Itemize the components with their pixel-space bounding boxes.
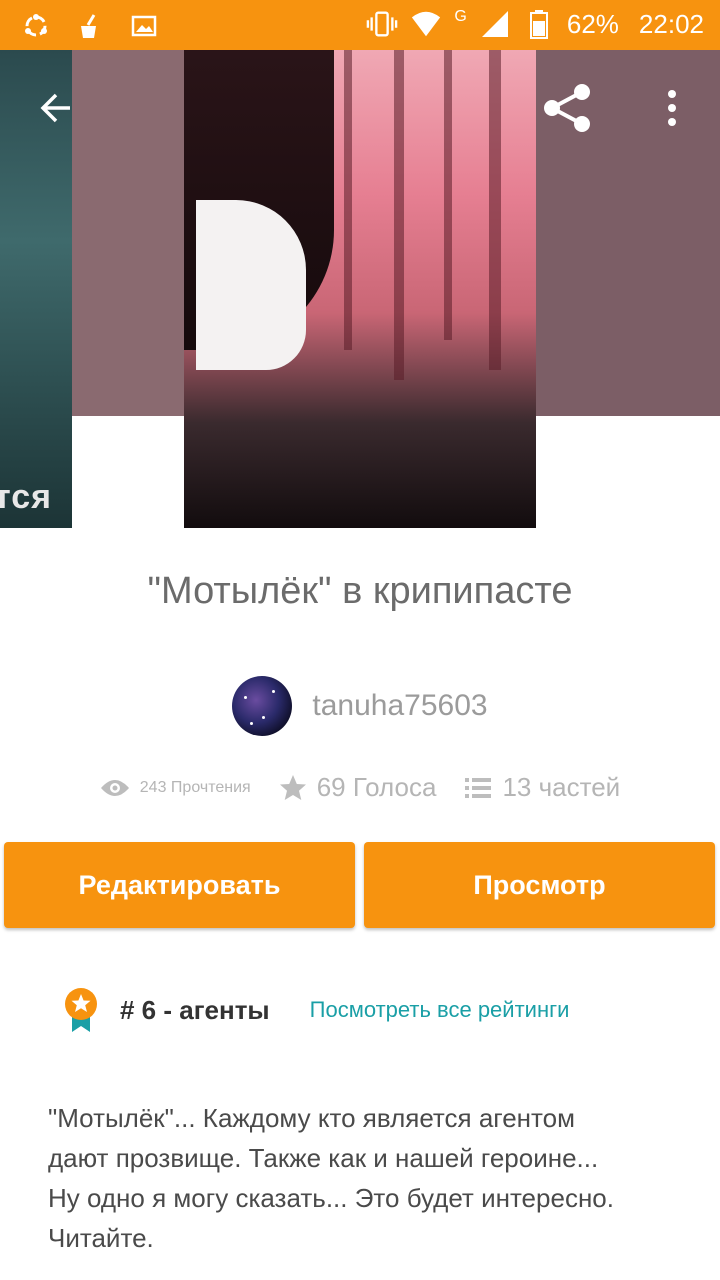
reads-stat: 243 Прочтения <box>100 778 251 798</box>
ranking-row: # 6 - агенты Посмотреть все рейтинги <box>62 986 569 1034</box>
share-icon <box>544 84 590 132</box>
clock: 22:02 <box>638 8 704 39</box>
view-all-rankings-link[interactable]: Посмотреть все рейтинги <box>310 997 570 1023</box>
battery-percent: 62% <box>566 8 619 39</box>
list-icon <box>465 777 492 798</box>
avatar[interactable] <box>232 676 293 736</box>
author-name[interactable]: tanuha75603 <box>312 689 487 723</box>
story-title: "Мотылёк" в крипипасте <box>147 570 573 612</box>
share-button[interactable] <box>540 80 596 136</box>
more-options-button[interactable] <box>658 86 686 130</box>
vibrate-icon <box>366 8 398 40</box>
preview-button[interactable]: Просмотр <box>364 842 715 928</box>
parts-stat: 13 частей <box>464 772 620 803</box>
author-row[interactable]: tanuha75603 <box>0 676 720 736</box>
story-description: "Мотылёк"... Каждому кто является агенто… <box>48 1103 614 1253</box>
previous-cover-text: тся <box>0 478 52 516</box>
sync-icon <box>20 10 52 42</box>
votes-count: 69 Голоса <box>316 772 437 802</box>
network-type: G <box>454 8 467 25</box>
status-bar: G 62% 22:02 <box>0 0 720 50</box>
battery-icon <box>523 8 555 40</box>
eye-icon <box>100 779 129 796</box>
wifi-icon <box>410 8 442 40</box>
cleaner-icon <box>74 10 106 42</box>
signal-icon <box>479 8 511 40</box>
cover-face <box>196 200 306 370</box>
top-toolbar <box>0 50 720 162</box>
back-button[interactable] <box>36 88 76 128</box>
arrow-left-icon <box>40 93 70 123</box>
ranking-badge-icon <box>65 988 97 1032</box>
story-stats: 243 Прочтения 69 Голоса 13 частей <box>0 772 720 803</box>
parts-count: 13 частей <box>502 772 621 802</box>
reads-count: 243 Прочтения <box>139 778 251 796</box>
star-icon <box>279 774 306 800</box>
image-icon <box>128 10 160 42</box>
edit-button[interactable]: Редактировать <box>4 842 355 928</box>
more-vertical-icon <box>668 90 676 126</box>
cover-hero: тся <box>0 50 720 530</box>
votes-stat: 69 Голоса <box>279 772 437 803</box>
ranking-text: # 6 - агенты <box>120 994 270 1025</box>
